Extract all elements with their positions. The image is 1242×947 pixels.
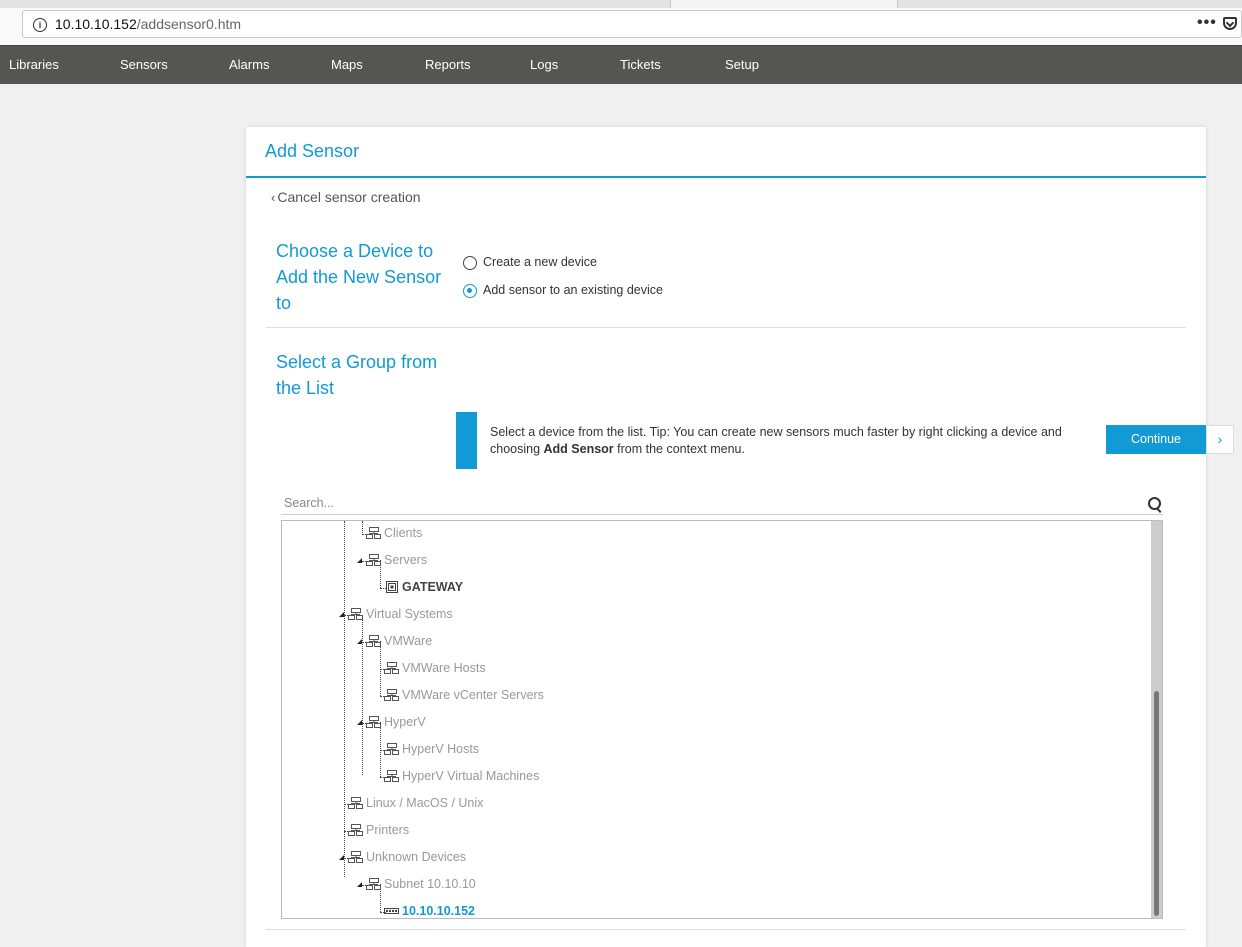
group-icon	[366, 878, 381, 890]
tip-text-post: from the context menu.	[613, 442, 745, 456]
url-path: /addsensor0.htm	[136, 16, 242, 32]
section-divider	[266, 327, 1186, 328]
device-icon	[384, 908, 399, 914]
main-menu: Libraries Sensors Alarms Maps Reports Logs Tic…	[0, 45, 1242, 84]
menu-item-maps[interactable]: Maps	[331, 57, 363, 72]
tree-node-label: Virtual Systems	[366, 607, 453, 621]
tree-scrollbar[interactable]	[1151, 521, 1162, 918]
tree-connector-line	[362, 615, 363, 775]
tree-node-label: VMWare	[384, 634, 433, 648]
select-group-title: Select a Group from the List	[276, 352, 438, 398]
group-icon	[384, 662, 399, 674]
group-icon	[384, 689, 399, 701]
group-icon	[384, 770, 399, 782]
tip-text: Select a device from the list. Tip: You …	[490, 424, 1070, 458]
expand-triangle-icon[interactable]	[357, 558, 362, 563]
tip-text-bold: Add Sensor	[543, 442, 614, 456]
group-icon	[366, 554, 381, 566]
info-icon[interactable]: i	[33, 18, 47, 32]
menu-item-setup[interactable]: Setup	[725, 57, 759, 72]
tree-connector-line	[344, 521, 345, 877]
tree-connector-line	[362, 521, 363, 533]
tree-node-label: VMWare vCenter Servers	[402, 688, 544, 702]
group-icon	[348, 608, 363, 620]
tree-node-label: 10.10.10.152	[402, 904, 475, 918]
radio-button[interactable]	[463, 256, 477, 270]
radio-label: Add sensor to an existing device	[483, 283, 663, 297]
tip-accent-bar	[456, 412, 477, 469]
title-underline	[246, 176, 1206, 178]
tree-node-label: Linux / MacOS / Unix	[366, 796, 484, 810]
group-icon	[366, 635, 381, 647]
choose-device-title: Choose a Device to Add the New Sensor to	[276, 241, 442, 313]
tree-node-label: Unknown Devices	[366, 850, 467, 864]
expand-triangle-icon[interactable]	[357, 639, 362, 644]
group-icon	[348, 824, 363, 836]
menu-item-logs[interactable]: Logs	[530, 57, 558, 72]
tree-node-label: Subnet 10.10.10	[384, 877, 476, 891]
chevron-left-icon: ‹	[271, 190, 276, 205]
group-icon	[348, 797, 363, 809]
tree-node-label: HyperV Hosts	[402, 742, 480, 756]
cancel-sensor-link[interactable]: ‹ Cancel sensor creation	[271, 189, 421, 205]
continue-button[interactable]: Continue	[1106, 425, 1206, 454]
tree-node-label: HyperV Virtual Machines	[402, 769, 540, 783]
tree-node-label: Printers	[366, 823, 410, 837]
browser-navbar: i 10.10.10.152/addsensor0.htm •••	[0, 8, 1242, 46]
scrollbar-thumb[interactable]	[1154, 691, 1159, 916]
group-icon	[384, 743, 399, 755]
menu-item-sensors[interactable]: Sensors	[120, 57, 168, 72]
section-divider	[266, 929, 1186, 930]
search-icon[interactable]	[1148, 497, 1161, 510]
page-actions-icon[interactable]: •••	[1197, 14, 1217, 32]
search-input[interactable]	[281, 494, 1137, 512]
expand-triangle-icon[interactable]	[357, 882, 362, 887]
panel-title: Add Sensor	[265, 141, 360, 161]
expand-triangle-icon[interactable]	[339, 612, 344, 617]
group-icon	[366, 527, 381, 539]
cancel-label: Cancel sensor creation	[277, 189, 421, 205]
radio-button-selected[interactable]	[463, 284, 477, 298]
device-icon	[386, 581, 398, 593]
expand-triangle-icon[interactable]	[339, 855, 344, 860]
group-icon	[348, 851, 363, 863]
browser-tabstrip	[0, 0, 1242, 8]
tree-node-label: Servers	[384, 553, 428, 567]
url-bar[interactable]: i 10.10.10.152/addsensor0.htm •••	[22, 10, 1242, 38]
expand-triangle-icon[interactable]	[357, 720, 362, 725]
menu-item-reports[interactable]: Reports	[425, 57, 471, 72]
add-sensor-panel: Add Sensor ‹ Cancel sensor creation Choos…	[246, 127, 1234, 947]
url-text[interactable]: 10.10.10.152/addsensor0.htm	[55, 16, 241, 32]
tree-node-label: Clients	[384, 526, 423, 540]
tree-node-label: HyperV	[384, 715, 426, 729]
search-box	[281, 494, 1163, 515]
menu-item-tickets[interactable]: Tickets	[620, 57, 661, 72]
browser-tab[interactable]	[670, 0, 898, 8]
group-icon	[366, 716, 381, 728]
pocket-icon[interactable]	[1223, 17, 1237, 30]
radio-label: Create a new device	[483, 255, 597, 269]
menu-item-alarms[interactable]: Alarms	[229, 57, 269, 72]
menu-item-libraries[interactable]: Libraries	[9, 57, 59, 72]
tree-node-label: GATEWAY	[402, 580, 464, 594]
url-host: 10.10.10.152	[55, 16, 137, 32]
chevron-right-icon[interactable]: ›	[1206, 425, 1234, 454]
tree-node-label: VMWare Hosts	[402, 661, 486, 675]
device-tree: Clients Servers GATEWAY Virtual Systems VMWa…	[281, 520, 1163, 919]
